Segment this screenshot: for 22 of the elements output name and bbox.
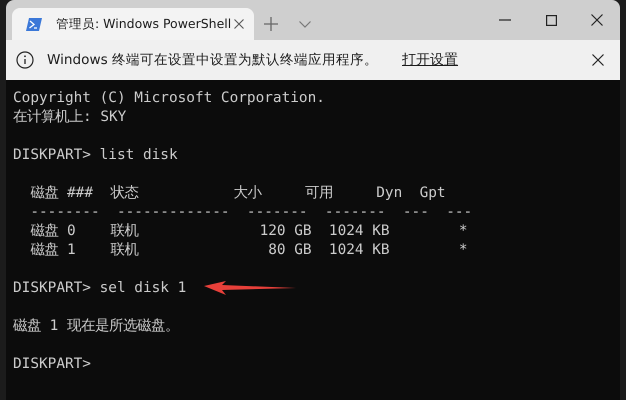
- terminal-tab[interactable]: 管理员: Windows PowerShell: [12, 8, 254, 40]
- terminal-line: 磁盘 1 联机 80 GB 1024 KB *: [29, 241, 468, 260]
- terminal-line: -------- ------------- ------- ------- --- ---: [29, 203, 472, 222]
- open-settings-link[interactable]: 打开设置: [402, 51, 458, 69]
- powershell-icon: [26, 18, 42, 30]
- close-icon: [592, 54, 604, 66]
- minimize-icon: [499, 19, 511, 21]
- terminal-line: Copyright (C) Microsoft Corporation.: [13, 89, 325, 108]
- maximize-icon: [546, 14, 556, 26]
- terminal-line: DISKPART> list disk: [13, 146, 178, 165]
- info-message: Windows 终端可在设置中设置为默认终端应用程序。: [47, 51, 378, 69]
- terminal-line: DISKPART> sel disk 1: [13, 279, 186, 298]
- info-icon: [16, 51, 34, 69]
- terminal-line: 磁盘 1 现在是所选磁盘。: [13, 317, 179, 336]
- close-icon: [591, 14, 603, 26]
- terminal-line: 在计算机上: SKY: [13, 108, 126, 127]
- terminal-line: 磁盘 0 联机 120 GB 1024 KB *: [29, 222, 468, 241]
- plus-icon: [264, 17, 278, 31]
- close-icon: [234, 19, 244, 29]
- terminal-line: 磁盘 ### 状态 大小 可用 Dyn Gpt: [29, 184, 446, 203]
- chevron-down-icon: [299, 20, 311, 28]
- terminal-line: DISKPART>: [13, 355, 91, 374]
